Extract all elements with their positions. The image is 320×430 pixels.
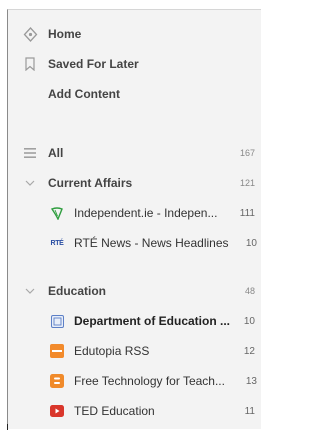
rte-logo-icon: RTÉ: [50, 239, 64, 247]
nav-add-content[interactable]: Add Content: [8, 82, 261, 106]
unread-count: 121: [239, 178, 255, 188]
unread-count: 12: [243, 345, 255, 357]
nav-add-label: Add Content: [48, 87, 120, 101]
unread-count: 10: [245, 237, 257, 249]
unread-count: 167: [239, 148, 255, 158]
unread-count: 11: [244, 405, 255, 417]
feed-edutopia[interactable]: Edutopia RSS 12: [8, 339, 261, 363]
feed-label: Department of Education ...: [74, 314, 231, 328]
sidebar: Home Saved For Later Add Content All 167: [7, 9, 261, 429]
feed-label: RTÉ News - News Headlines: [74, 236, 229, 250]
feed-department-of-education[interactable]: Department of Education ... 10: [8, 309, 261, 333]
feed-independent[interactable]: Independent.ie - Indepen... 111: [8, 201, 261, 225]
nav-all[interactable]: All 167: [8, 141, 261, 165]
edutopia-icon: [49, 343, 65, 359]
harp-icon: [49, 205, 65, 221]
feed-label: Independent.ie - Indepen...: [74, 206, 218, 220]
nav-all-label: All: [48, 146, 64, 160]
category-label: Education: [48, 284, 107, 298]
feed-ted-education[interactable]: TED Education 11: [8, 399, 261, 423]
nav-home[interactable]: Home: [8, 22, 261, 46]
feed-free-technology[interactable]: Free Technology for Teach... 13: [8, 369, 261, 393]
feed-label: TED Education: [74, 404, 155, 418]
text-cursor: [7, 424, 8, 430]
list-icon: [22, 145, 38, 161]
unread-count: 48: [244, 286, 255, 296]
doe-feed-icon: [49, 313, 65, 329]
category-education[interactable]: Education 48: [8, 279, 261, 303]
unread-count: 13: [245, 375, 257, 387]
category-label: Current Affairs: [48, 176, 133, 190]
chevron-down-icon[interactable]: [22, 175, 38, 191]
feed-label: Edutopia RSS: [74, 344, 150, 358]
youtube-icon: [49, 403, 65, 419]
feed-label: Free Technology for Teach...: [74, 374, 225, 388]
unread-count: 111: [239, 207, 255, 219]
blogger-icon: [49, 373, 65, 389]
feed-rte[interactable]: RTÉ RTÉ News - News Headlines 10: [8, 231, 261, 255]
nav-saved-label: Saved For Later: [48, 57, 139, 71]
nav-home-label: Home: [48, 27, 82, 41]
category-current-affairs[interactable]: Current Affairs 121: [8, 171, 261, 195]
bookmark-icon: [22, 56, 38, 72]
unread-count: 10: [243, 315, 255, 327]
home-icon: [22, 26, 38, 42]
nav-saved-for-later[interactable]: Saved For Later: [8, 52, 261, 76]
chevron-down-icon[interactable]: [22, 283, 38, 299]
